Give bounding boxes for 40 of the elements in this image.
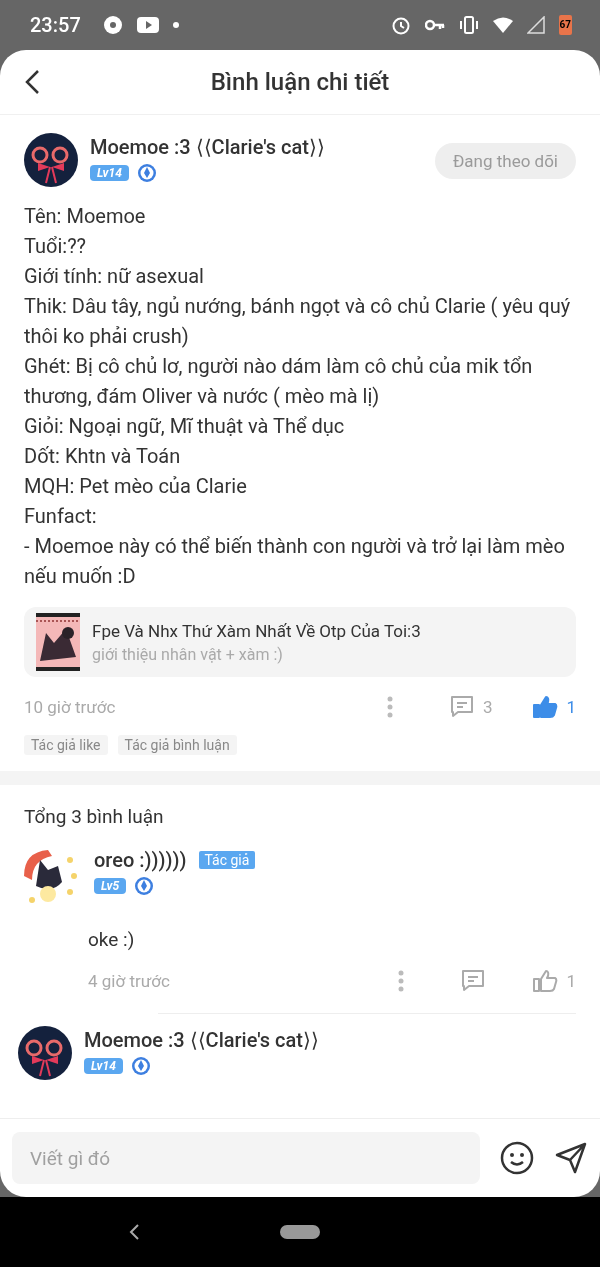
reaction-tag: Tác giả bình luận xyxy=(117,735,237,755)
pen-badge-icon xyxy=(136,163,157,183)
user-name[interactable]: Moemoe :3 ⟨⟨Clarie's cat⟩⟩ xyxy=(90,135,325,159)
key-icon xyxy=(424,19,445,31)
pen-badge-icon xyxy=(130,1056,151,1076)
author-badge: Tác giả xyxy=(198,851,256,869)
story-subtitle: giới thiệu nhân vật + xàm :) xyxy=(92,644,284,664)
back-nav-icon[interactable] xyxy=(128,1223,140,1241)
signal-icon xyxy=(526,16,545,34)
user-name[interactable]: Moemoe :3 ⟨⟨Clarie's cat⟩⟩ xyxy=(84,1028,319,1052)
comment-time: 4 giờ trước xyxy=(88,971,171,991)
comment-icon xyxy=(448,695,475,719)
home-pill[interactable] xyxy=(280,1225,320,1239)
story-card[interactable]: Fpe Và Nhx Thứ Xàm Nhất Về Otp Của Toi:3 giới thiệu nhân vật + xàm :) xyxy=(24,607,576,677)
level-badge: Lv14 xyxy=(84,1058,123,1074)
reaction-tag: Tác giả like xyxy=(24,735,108,755)
level-badge: Lv5 xyxy=(94,878,127,894)
video-play-icon xyxy=(136,17,159,33)
battery-level: 67 xyxy=(558,15,572,35)
comment-text: oke :) xyxy=(88,928,136,951)
send-button[interactable] xyxy=(554,1141,588,1175)
comments-count: Tổng 3 bình luận xyxy=(23,804,165,830)
story-title: Fpe Và Nhx Thứ Xàm Nhất Về Otp Của Toi:3 xyxy=(92,620,421,641)
user-name[interactable]: oreo :)))))) xyxy=(94,848,187,872)
status-time: 23:57 xyxy=(30,13,81,37)
level-badge: Lv14 xyxy=(90,165,129,181)
avatar[interactable] xyxy=(18,1026,72,1080)
post-text: Tên: Moemoe Tuổi:?? Giới tính: nữ asexual Thik: Dâu tây, ngủ nướng, bánh ngọt và cô chủ Clarie ( yêu quý thôi ko phải crush) Ghét: Bị cô chủ lơ, người nào dám làm cô chủ của mik tổn thương, đám Oliver và nước ( mèo mà lị) Giỏi: Ngoại ngữ, Mĩ thuật và Thể dục Dốt: Khtn và Toán MQH: Pet mèo của Clarie Funfact: - Moemoe này có thể biến thành con người và trở lại làm mèo nếu muốn :D xyxy=(24,203,572,590)
page-title: Bình luận chi tiết xyxy=(210,68,390,96)
comment-icon xyxy=(460,969,487,993)
globe-icon xyxy=(102,15,123,35)
emoji-button[interactable] xyxy=(500,1141,534,1175)
avatar[interactable] xyxy=(24,133,78,187)
dot-icon xyxy=(172,22,179,28)
wifi-icon xyxy=(492,17,513,33)
alarm-icon xyxy=(390,15,411,35)
post-time: 10 giờ trước xyxy=(24,697,117,717)
vibrate-icon xyxy=(458,16,479,34)
comment-input[interactable]: Viết gì đó xyxy=(12,1132,480,1184)
pen-badge-icon xyxy=(134,876,155,896)
